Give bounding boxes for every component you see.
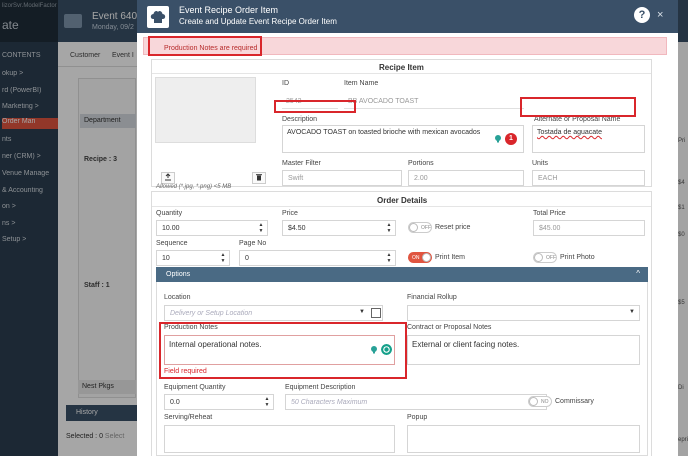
chevron-up-icon: ^ <box>636 269 640 278</box>
quantity-label: Quantity <box>156 210 183 217</box>
financial-rollup-select[interactable]: ▼ <box>407 305 640 321</box>
dropdown-arrow-icon: ▼ <box>629 309 635 315</box>
lightbulb-icon[interactable] <box>493 134 503 144</box>
popup-field[interactable] <box>407 425 640 453</box>
commissary-label: Commissary <box>555 398 594 405</box>
portions-label: Portions <box>408 160 434 167</box>
contract-notes-field[interactable]: External or client facing notes. <box>407 335 640 365</box>
equipment-quantity-field[interactable]: 0.0 ▲ ▼ <box>164 394 274 410</box>
total-price-field: $45.00 <box>533 220 645 236</box>
item-name-label: Item Name <box>344 80 379 87</box>
financial-rollup-label: Financial Rollup <box>407 294 457 301</box>
annotation-box <box>520 97 636 117</box>
total-price-label: Total Price <box>533 210 566 217</box>
upload-icon <box>165 173 171 181</box>
id-label: ID <box>282 80 289 87</box>
alternate-name-text: Tostada de aguacate <box>537 129 602 136</box>
upload-button[interactable] <box>161 172 175 184</box>
description-label: Description <box>282 116 318 123</box>
serving-reheat-label: Serving/Reheat <box>164 414 213 421</box>
modal-body: Production Notes are required Recipe Ite… <box>137 33 678 456</box>
modal-header: Event Recipe Order Item Create and Updat… <box>137 0 678 33</box>
alternate-name-field[interactable]: Tostada de aguacate <box>532 125 645 153</box>
annotation-box <box>159 322 407 379</box>
equipment-description-label: Equipment Description <box>285 384 356 391</box>
grammar-error-badge[interactable]: 1 <box>505 133 517 145</box>
annotation-box <box>148 36 262 56</box>
print-photo-label: Print Photo <box>560 254 595 261</box>
units-label: Units <box>532 160 548 167</box>
dropdown-arrow-icon: ▼ <box>359 309 365 315</box>
equipment-quantity-stepper[interactable]: ▲ ▼ <box>263 396 271 408</box>
description-field[interactable]: AVOCADO TOAST on toasted brioche with me… <box>282 125 524 153</box>
image-caption: Allowed (*.jpg, *.png) <5 MB <box>156 184 232 190</box>
portions-field: 2.00 <box>408 170 524 186</box>
recipe-order-item-modal: Event Recipe Order Item Create and Updat… <box>137 0 678 456</box>
description-text: AVOCADO TOAST on toasted brioche with me… <box>287 129 481 136</box>
popup-label: Popup <box>407 414 428 421</box>
recipe-image[interactable] <box>155 77 256 143</box>
page-no-field[interactable]: 0 ▲ ▼ <box>239 250 396 266</box>
item-name-value: BB AVOCADO TOAST <box>348 98 419 105</box>
divider <box>152 206 651 207</box>
units-field: EACH <box>532 170 645 186</box>
equipment-description-field[interactable]: 50 Characters Maximum <box>285 394 547 410</box>
divider <box>152 73 651 74</box>
location-select[interactable]: Delivery or Setup Location ▼ <box>164 305 383 321</box>
recipe-item-title: Recipe Item <box>379 63 424 72</box>
order-details-title: Order Details <box>377 196 428 205</box>
price-field[interactable]: $4.50 ▲ ▼ <box>282 220 396 236</box>
modal-subtitle: Create and Update Event Recipe Order Ite… <box>179 17 337 26</box>
document-icon[interactable] <box>371 308 381 318</box>
sequence-label: Sequence <box>156 240 188 247</box>
quantity-stepper[interactable]: ▲ ▼ <box>257 222 265 234</box>
quantity-field[interactable]: 10.00 ▲ ▼ <box>156 220 268 236</box>
sequence-field[interactable]: 10 ▲ ▼ <box>156 250 230 266</box>
options-label: Options <box>166 271 191 278</box>
print-item-label: Print Item <box>435 254 465 261</box>
serving-reheat-field[interactable] <box>164 425 395 453</box>
chef-hat-icon <box>147 6 169 28</box>
item-name-underline <box>344 108 524 109</box>
delete-image-button[interactable] <box>252 172 266 184</box>
print-item-toggle[interactable]: ON <box>408 252 432 263</box>
price-stepper[interactable]: ▲ ▼ <box>385 222 393 234</box>
sequence-stepper[interactable]: ▲ ▼ <box>219 252 227 264</box>
equipment-quantity-label: Equipment Quantity <box>164 384 226 391</box>
annotation-box <box>274 100 356 113</box>
print-photo-toggle[interactable]: OFF <box>533 252 557 263</box>
price-label: Price <box>282 210 298 217</box>
page-no-stepper[interactable]: ▲ ▼ <box>385 252 393 264</box>
help-button[interactable]: ? <box>634 7 650 23</box>
page-no-label: Page No <box>239 240 267 247</box>
commissary-toggle[interactable]: NO <box>528 396 552 407</box>
reset-price-label: Reset price <box>435 224 471 231</box>
master-filter-label: Master Filter <box>282 160 321 167</box>
contract-notes-label: Contract or Proposal Notes <box>407 324 492 331</box>
recipe-item-panel: Recipe Item Allowed (*.jpg, *.png) <5 MB… <box>151 59 652 190</box>
modal-title: Event Recipe Order Item <box>179 5 279 15</box>
alternate-name-label: Alternate or Proposal Name <box>534 116 621 123</box>
reset-price-toggle[interactable]: OFF <box>408 222 432 233</box>
close-button[interactable]: × <box>657 8 663 22</box>
master-filter-field: Swift <box>282 170 402 186</box>
options-collapse-bar[interactable]: Options ^ <box>156 267 648 282</box>
trash-icon <box>256 174 262 181</box>
location-label: Location <box>164 294 191 301</box>
